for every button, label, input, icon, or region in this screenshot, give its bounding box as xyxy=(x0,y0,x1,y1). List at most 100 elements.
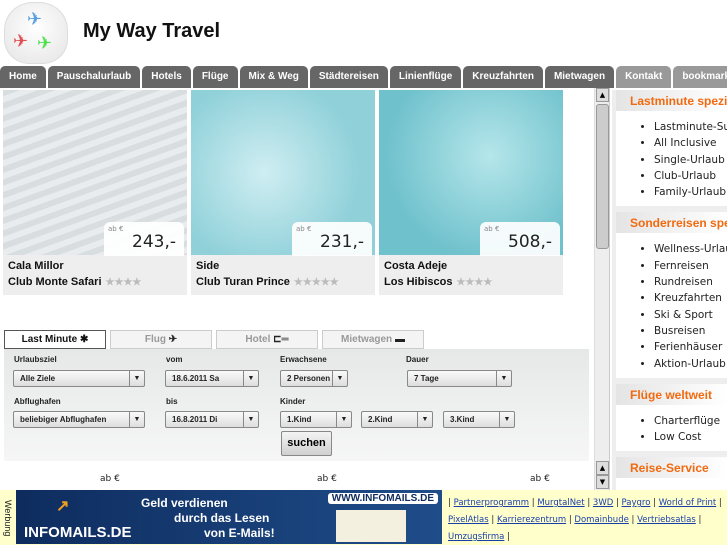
offer-card[interactable]: ab € 508,- Costa Adeje Los Hibiscos ★★★★ xyxy=(379,90,563,295)
nav-mix-weg[interactable]: Mix & Weg xyxy=(239,66,308,88)
scrollbar[interactable]: ▲ ▲ ▼ xyxy=(594,88,609,490)
partner-link[interactable]: Paygro xyxy=(622,498,651,508)
adults-select[interactable]: 2 Personen ▼ xyxy=(280,370,348,387)
scroll-thumb[interactable] xyxy=(596,104,609,249)
star-rating: ★★★★★ xyxy=(293,277,339,288)
search-button[interactable]: suchen xyxy=(281,431,332,456)
nav-mietwagen[interactable]: Mietwagen xyxy=(544,66,615,88)
tab-mietwagen[interactable]: Mietwagen ▬ xyxy=(322,330,424,349)
search-form: Urlaubsziel vom Erwachsene Dauer Alle Zi… xyxy=(4,349,589,461)
star-rating: ★★★★ xyxy=(105,277,142,288)
tab-label: Flug xyxy=(144,334,166,345)
sidebar-link[interactable]: Club-Urlaub xyxy=(654,168,727,184)
tab-label: Hotel xyxy=(245,334,271,345)
nav-hotels[interactable]: Hotels xyxy=(142,66,191,88)
sidebar-section: Flüge weltweit Charterflüge Low Cost xyxy=(616,383,727,452)
palm-icon: ✱ xyxy=(79,334,89,345)
offer-hotel: Los Hibiscos xyxy=(384,276,453,288)
tab-last-minute[interactable]: Last Minute ✱ xyxy=(4,330,106,349)
price-value: 231,- xyxy=(320,232,364,252)
offer-image: ab € 508,- xyxy=(379,90,563,256)
nav-kontakt[interactable]: Kontakt xyxy=(616,66,672,88)
partner-link[interactable]: Umzugsfirma xyxy=(448,532,504,542)
nav-pauschalurlaub[interactable]: Pauschalurlaub xyxy=(47,66,141,88)
partner-link[interactable]: 3WD xyxy=(593,498,613,508)
car-icon: ▬ xyxy=(394,334,405,345)
plane-icon: ✈ xyxy=(27,9,43,30)
banner-brand: INFOMAILS.DE xyxy=(24,524,132,541)
envelope-icon xyxy=(336,510,406,542)
offer-place: Costa Adeje xyxy=(384,260,448,272)
banner-url: WWW.INFOMAILS.DE xyxy=(327,493,438,504)
offers-frame: ab €243,- Cala Millor Club Monte Safari ★★… xyxy=(0,88,610,490)
partner-link[interactable]: PixelAtlas xyxy=(448,515,489,525)
tab-hotel[interactable]: Hotel ⊏═ xyxy=(216,330,318,349)
price-prefix: ab € xyxy=(296,225,312,233)
child2-select[interactable]: 2.Kind ▼ xyxy=(361,411,433,428)
sidebar-link[interactable]: Low Cost xyxy=(654,429,727,445)
sidebar-link[interactable]: Ferienhäuser xyxy=(654,339,727,355)
to-date-select[interactable]: 16.8.2011 Di ▼ xyxy=(165,411,259,428)
scroll-down-button[interactable]: ▼ xyxy=(596,475,609,489)
partner-link[interactable]: MurgtalNet xyxy=(537,498,584,508)
select-value: beliebiger Abflughafen xyxy=(20,415,107,424)
partner-link[interactable]: World of Print xyxy=(659,498,717,508)
ad-banner[interactable]: Geld verdienen durch das Lesen von E-Mai… xyxy=(16,490,442,544)
offer-hotel: Club Monte Safari xyxy=(8,276,102,288)
scroll-up-button[interactable]: ▲ xyxy=(596,461,609,475)
section-title: Flüge weltweit xyxy=(616,383,727,405)
sidebar-link[interactable]: Family-Urlaub xyxy=(654,184,727,200)
offer-place: Cala Millor xyxy=(8,260,64,272)
scroll-up-button[interactable]: ▲ xyxy=(596,88,609,102)
sidebar-link[interactable]: Ski & Sport xyxy=(654,307,727,323)
nav-staedtereisen[interactable]: Städtereisen xyxy=(309,66,388,88)
select-value: 2 Personen xyxy=(287,374,331,383)
sidebar-link[interactable]: Charterflüge xyxy=(654,413,727,429)
ad-bar: Werbung Geld verdienen durch das Lesen v… xyxy=(0,490,727,545)
sidebar-link[interactable]: Fernreisen xyxy=(654,258,727,274)
child1-select[interactable]: 1.Kind ▼ xyxy=(280,411,352,428)
chevron-down-icon: ▼ xyxy=(417,412,432,427)
star-rating: ★★★★ xyxy=(456,277,493,288)
sidebar-link[interactable]: Wellness-Urlaub xyxy=(654,241,727,257)
offer-card[interactable]: ab € 231,- Side Club Turan Prince ★★★★★ xyxy=(191,90,375,295)
price-value: 243,- xyxy=(132,232,176,252)
section-title: Sonderreisen spezial xyxy=(616,212,727,234)
sidebar: Lastminute spezial Lastminute-Suche All … xyxy=(612,90,727,490)
partner-link[interactable]: Partnerprogramm xyxy=(454,498,529,508)
nav-home[interactable]: Home xyxy=(0,66,46,88)
partner-link[interactable]: Vertriebsatlas xyxy=(637,515,696,525)
nav-kreuzfahrten[interactable]: Kreuzfahrten xyxy=(463,66,543,88)
sidebar-link[interactable]: Rundreisen xyxy=(654,274,727,290)
offer-card[interactable]: ab € 243,- Cala Millor Club Monte Safari ★★… xyxy=(3,90,187,295)
airport-select[interactable]: beliebiger Abflughafen ▼ xyxy=(13,411,145,428)
label-dauer: Dauer xyxy=(406,355,429,364)
offer-hotel: Club Turan Prince xyxy=(196,276,290,288)
tab-label: Mietwagen xyxy=(341,334,393,345)
chart-up-icon: ↗ xyxy=(56,498,70,515)
partner-link[interactable]: Karrierezentrum xyxy=(497,515,566,525)
label-urlaubsziel: Urlaubsziel xyxy=(14,355,57,364)
sidebar-link[interactable]: Lastminute-Suche xyxy=(654,119,727,135)
nav-linienfluege[interactable]: Linienflüge xyxy=(389,66,462,88)
select-value: 3.Kind xyxy=(450,415,475,424)
chevron-down-icon: ▼ xyxy=(129,412,144,427)
sidebar-link[interactable]: Kreuzfahrten xyxy=(654,290,727,306)
nav-fluege[interactable]: Flüge xyxy=(192,66,238,88)
sidebar-link[interactable]: Busreisen xyxy=(654,323,727,339)
sidebar-link[interactable]: Single-Urlaub xyxy=(654,152,727,168)
price-value: 508,- xyxy=(508,232,552,252)
sidebar-link[interactable]: Aktion-Urlaub xyxy=(654,356,727,372)
tab-flug[interactable]: Flug ✈ xyxy=(110,330,212,349)
duration-select[interactable]: 7 Tage ▼ xyxy=(407,370,512,387)
partner-link[interactable]: Domainbude xyxy=(574,515,628,525)
sidebar-link[interactable]: All Inclusive xyxy=(654,135,727,151)
child3-select[interactable]: 3.Kind ▼ xyxy=(443,411,515,428)
chevron-down-icon: ▼ xyxy=(243,371,258,386)
chevron-down-icon: ▼ xyxy=(336,412,351,427)
destination-select[interactable]: Alle Ziele ▼ xyxy=(13,370,145,387)
logo[interactable]: ✈ ✈ ✈ xyxy=(4,2,68,64)
nav-bookmark[interactable]: bookmark xyxy=(673,66,727,88)
from-date-select[interactable]: 18.6.2011 Sa ▼ xyxy=(165,370,259,387)
main-nav: Home Pauschalurlaub Hotels Flüge Mix & W… xyxy=(0,66,727,88)
